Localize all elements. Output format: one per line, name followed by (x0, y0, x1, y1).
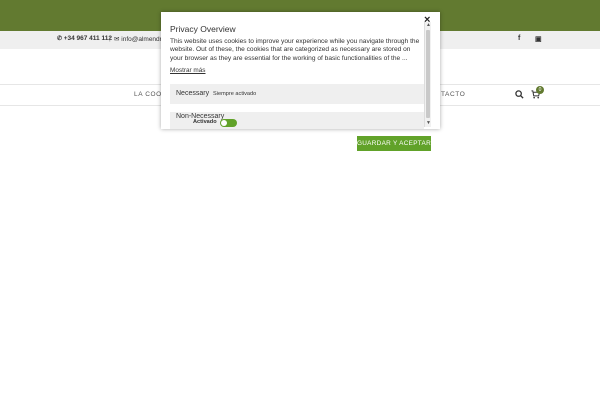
phone-number: +34 967 411 112 (63, 35, 112, 42)
modal-title: Privacy Overview (170, 24, 236, 34)
cookie-settings-modal: Privacy Overview × This website uses coo… (161, 12, 440, 129)
save-and-accept-button[interactable]: GUARDAR Y ACEPTAR (357, 136, 431, 151)
non-necessary-cookies-tab[interactable]: Non-Necessary Activado (170, 112, 424, 129)
scroll-down-arrow-icon[interactable]: ▼ (425, 120, 432, 127)
necessary-title: Necessary (176, 90, 210, 97)
modal-description: This website uses cookies to improve you… (170, 38, 420, 62)
modal-scrollbar[interactable]: ▲ ▼ (424, 22, 431, 127)
necessary-cookies-tab[interactable]: Necessary Siempre activado (170, 84, 424, 104)
scroll-thumb[interactable] (426, 30, 430, 118)
separator: | (109, 35, 111, 42)
toggle-label: Activado (193, 119, 217, 125)
necessary-tab-label: Necessary Siempre activado (176, 90, 256, 97)
toggle-switch[interactable] (220, 119, 237, 127)
instagram-icon[interactable]: ▣ (535, 35, 542, 43)
scroll-up-arrow-icon[interactable]: ▲ (425, 22, 432, 29)
facebook-icon[interactable]: f (518, 35, 520, 42)
cart-count-badge: 0 (536, 86, 544, 94)
necessary-status: Siempre activado (213, 91, 257, 97)
phone-link[interactable]: ✆ +34 967 411 112 (57, 35, 112, 42)
search-icon[interactable] (515, 90, 524, 99)
email-address: info@almendro (121, 36, 166, 43)
read-more-link[interactable]: Mostrar más (170, 67, 206, 74)
email-link[interactable]: ✉ info@almendro (114, 35, 165, 43)
phone-icon: ✆ (57, 36, 64, 42)
